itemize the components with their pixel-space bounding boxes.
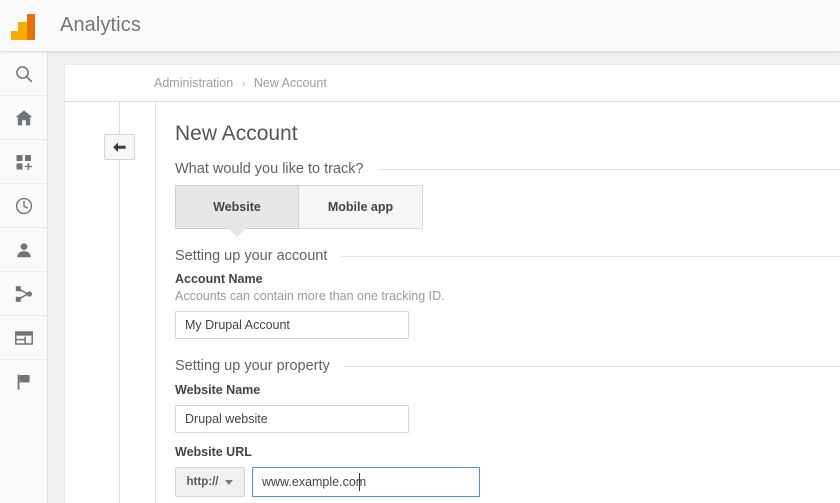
section-label-property: Setting up your property xyxy=(175,358,330,374)
analytics-app-window: Analytics xyxy=(0,0,840,503)
person-icon xyxy=(14,240,34,260)
account-name-help: Accounts can contain more than one track… xyxy=(175,289,445,303)
gutter-vertical-rule xyxy=(119,102,120,503)
protocol-select[interactable]: http:// xyxy=(175,467,245,497)
sidebar-item-search[interactable] xyxy=(0,52,47,96)
arrow-left-icon xyxy=(112,141,127,154)
content-card: Administration › New Account xyxy=(64,64,840,503)
account-name-label: Account Name xyxy=(175,272,445,286)
share-nodes-icon xyxy=(14,284,34,304)
flag-icon xyxy=(14,372,34,392)
protocol-value: http:// xyxy=(187,476,219,488)
website-url-row: http:// xyxy=(175,467,480,497)
sidebar-item-acquisition[interactable] xyxy=(0,272,47,316)
breadcrumb-item-new-account[interactable]: New Account xyxy=(254,76,327,90)
text-cursor xyxy=(359,473,360,491)
section-label-track: What would you like to track? xyxy=(175,161,364,177)
section-rule xyxy=(378,169,840,170)
sidebar-rail xyxy=(0,52,48,503)
chevron-down-icon xyxy=(225,480,233,485)
section-label-account: Setting up your account xyxy=(175,248,327,264)
field-website-url: Website URL http:// xyxy=(175,445,480,497)
new-account-form: New Account What would you like to track… xyxy=(157,102,840,503)
breadcrumb-item-administration[interactable]: Administration xyxy=(154,76,233,90)
section-header-track: What would you like to track? xyxy=(175,161,840,177)
sidebar-item-audience[interactable] xyxy=(0,228,47,272)
tab-mobile-app-label: Mobile app xyxy=(328,200,393,214)
section-header-property: Setting up your property xyxy=(175,358,840,374)
sidebar-item-conversions[interactable] xyxy=(0,360,47,404)
app-title: Analytics xyxy=(60,14,141,37)
left-gutter xyxy=(65,102,156,503)
breadcrumb-bar: Administration › New Account xyxy=(65,65,840,102)
sidebar-item-customization[interactable] xyxy=(0,140,47,184)
field-account-name: Account Name Accounts can contain more t… xyxy=(175,272,445,339)
window-icon xyxy=(14,328,34,348)
breadcrumb: Administration › New Account xyxy=(154,76,327,90)
section-header-account: Setting up your account xyxy=(175,248,840,264)
customization-icon xyxy=(14,152,34,172)
section-rule xyxy=(341,256,840,257)
website-url-input[interactable] xyxy=(252,467,480,497)
search-icon xyxy=(14,64,34,84)
website-url-input-wrap xyxy=(245,467,480,497)
tab-website-label: Website xyxy=(213,200,261,214)
sidebar-item-behavior[interactable] xyxy=(0,316,47,360)
tab-website[interactable]: Website xyxy=(175,185,299,229)
home-icon xyxy=(14,108,34,128)
website-name-input[interactable] xyxy=(175,405,409,433)
section-rule xyxy=(344,366,840,367)
content-region: Administration › New Account xyxy=(48,53,840,503)
tab-selected-pointer xyxy=(228,228,246,237)
google-analytics-logo-icon xyxy=(0,0,48,52)
track-type-tabs: Website Mobile app xyxy=(175,185,423,229)
sidebar-item-home[interactable] xyxy=(0,96,47,140)
breadcrumb-separator: › xyxy=(242,78,246,90)
tab-mobile-app[interactable]: Mobile app xyxy=(299,185,423,229)
clock-icon xyxy=(14,196,34,216)
website-name-label: Website Name xyxy=(175,383,409,397)
back-button[interactable] xyxy=(104,134,135,160)
page-title: New Account xyxy=(175,122,298,146)
field-website-name: Website Name xyxy=(175,383,409,433)
app-header: Analytics xyxy=(0,0,840,52)
account-name-input[interactable] xyxy=(175,311,409,339)
website-url-label: Website URL xyxy=(175,445,480,459)
sidebar-item-realtime[interactable] xyxy=(0,184,47,228)
